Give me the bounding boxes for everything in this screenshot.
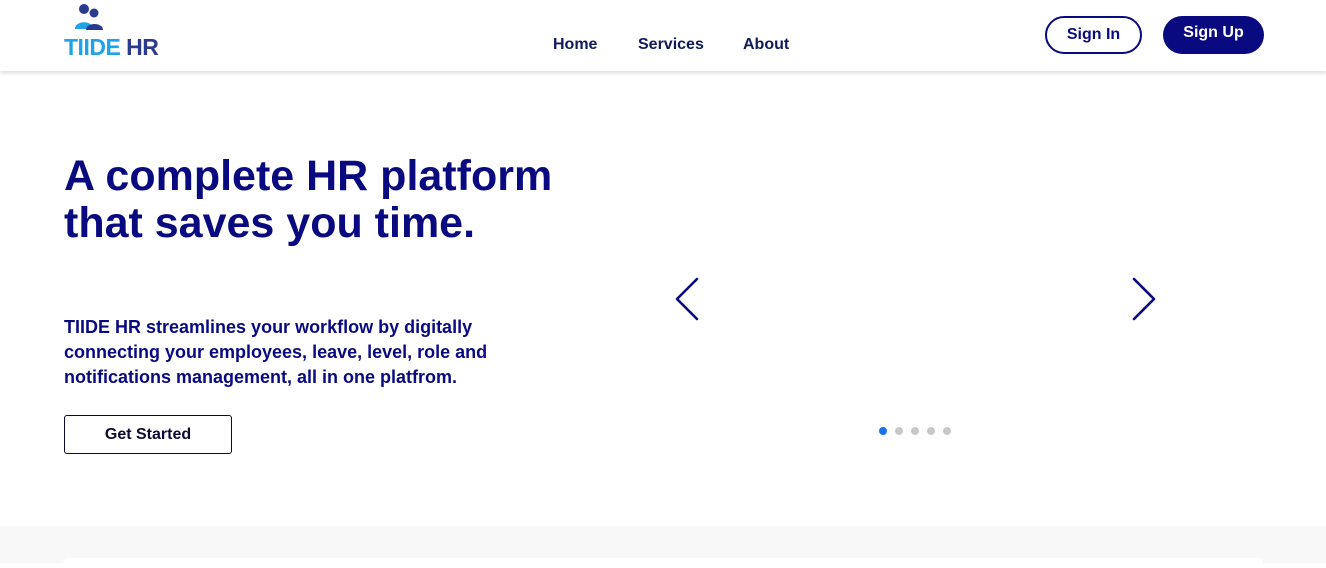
nav-about-link[interactable]: About [743, 35, 789, 55]
next-section-card [63, 558, 1263, 568]
carousel-indicators [879, 427, 951, 435]
site-header: TIIDE HR Home Services About Sign In Sig… [0, 0, 1326, 71]
carousel-dot[interactable] [895, 427, 903, 435]
nav-home-link[interactable]: Home [553, 35, 597, 55]
carousel-dot[interactable] [943, 427, 951, 435]
carousel-dot[interactable] [927, 427, 935, 435]
get-started-button[interactable]: Get Started [64, 415, 232, 454]
carousel-dot[interactable] [879, 427, 887, 435]
chevron-right-icon[interactable] [1131, 276, 1157, 322]
hero-title: A complete HR platform that saves you ti… [64, 152, 553, 247]
nav-services-link[interactable]: Services [638, 35, 704, 55]
sign-up-button[interactable]: Sign Up [1163, 16, 1264, 54]
team-people-icon [75, 4, 103, 30]
sign-in-button[interactable]: Sign In [1045, 16, 1142, 54]
hero-description: TIIDE HR streamlines your workflow by di… [64, 317, 488, 387]
chevron-left-icon[interactable] [674, 276, 700, 322]
carousel-dot[interactable] [911, 427, 919, 435]
